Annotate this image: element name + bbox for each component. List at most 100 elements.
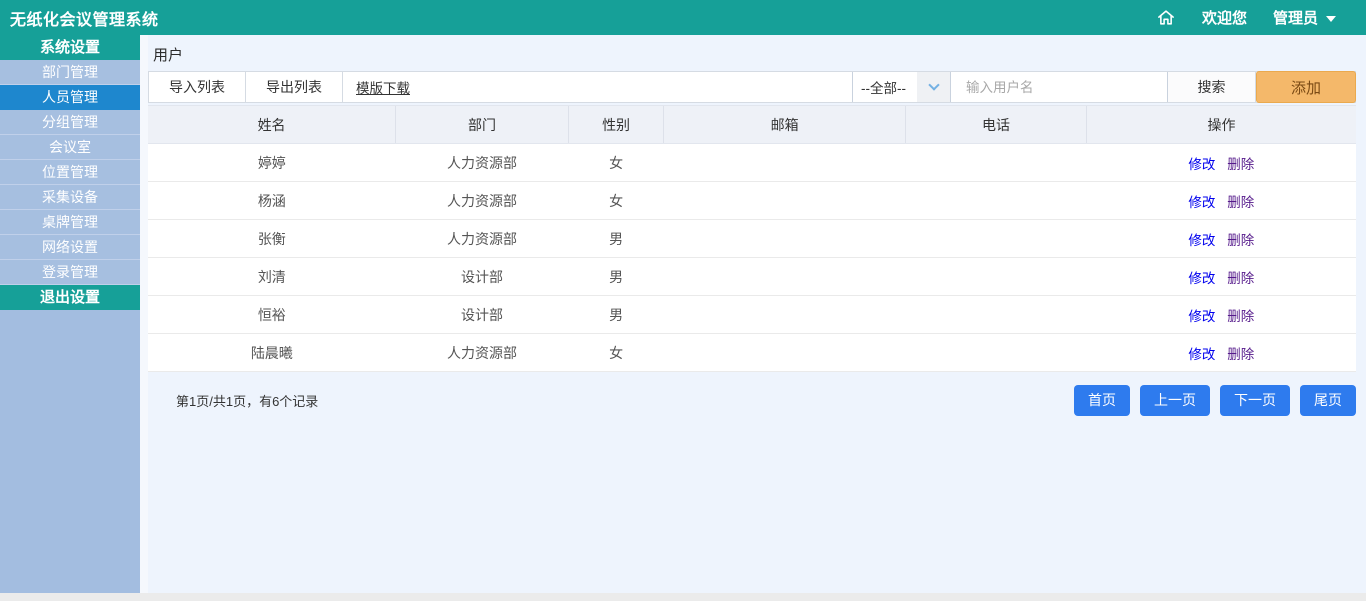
sidebar-item[interactable]: 位置管理	[0, 160, 140, 185]
cell-email	[664, 144, 906, 182]
table-row: 恒裕 设计部 男 修改 删除	[148, 296, 1356, 334]
cell-phone	[905, 220, 1086, 258]
sidebar: 系统设置 部门管理 人员管理 分组管理 会议室 位置管理 采集设备 桌牌管理 网…	[0, 35, 140, 593]
cell-actions: 修改 删除	[1087, 182, 1356, 220]
table-column-header: 邮箱	[664, 106, 906, 144]
sidebar-header-exit-settings[interactable]: 退出设置	[0, 285, 140, 310]
delete-link[interactable]: 删除	[1227, 271, 1254, 286]
topbar: 无纸化会议管理系统 欢迎您 管理员	[0, 0, 1366, 35]
cell-gender: 男	[568, 220, 663, 258]
table-row: 刘清 设计部 男 修改 删除	[148, 258, 1356, 296]
table-column-header: 姓名	[148, 106, 396, 144]
cell-name: 恒裕	[148, 296, 396, 334]
sidebar-items: 部门管理 人员管理 分组管理 会议室 位置管理 采集设备 桌牌管理 网络设置 登…	[0, 60, 140, 285]
table-row: 婷婷 人力资源部 女 修改 删除	[148, 144, 1356, 182]
username-search-input[interactable]	[956, 72, 1168, 102]
cell-phone	[905, 258, 1086, 296]
cell-phone	[905, 182, 1086, 220]
pagination-info: 第1页/共1页，有6个记录	[176, 391, 318, 410]
sidebar-item[interactable]: 部门管理	[0, 60, 140, 85]
sidebar-item[interactable]: 登录管理	[0, 260, 140, 285]
sidebar-item-label: 会议室	[49, 139, 91, 155]
toolbar: 导入列表 导出列表 模版下载 --全部-- 搜索 添加	[148, 71, 1356, 103]
cell-actions: 修改 删除	[1087, 144, 1356, 182]
cell-name: 婷婷	[148, 144, 396, 182]
modify-link[interactable]: 修改	[1188, 347, 1215, 362]
sidebar-item[interactable]: 分组管理	[0, 110, 140, 135]
cell-department: 人力资源部	[396, 144, 569, 182]
modify-link[interactable]: 修改	[1188, 157, 1215, 172]
template-download-link[interactable]: 模版下载	[356, 72, 410, 102]
chevron-down-icon	[1326, 16, 1336, 22]
pagination-buttons: 首页 上一页 下一页 尾页	[1064, 385, 1356, 416]
pagination: 第1页/共1页，有6个记录 首页 上一页 下一页 尾页	[148, 385, 1356, 416]
sidebar-item-label: 登录管理	[42, 264, 98, 280]
pager-button[interactable]: 首页	[1074, 385, 1130, 416]
sidebar-item[interactable]: 桌牌管理	[0, 210, 140, 235]
cell-email	[664, 258, 906, 296]
modify-link[interactable]: 修改	[1188, 309, 1215, 324]
user-menu[interactable]: 管理员	[1273, 7, 1336, 28]
home-icon[interactable]	[1156, 8, 1176, 27]
sidebar-item[interactable]: 人员管理	[0, 85, 140, 110]
search-button[interactable]: 搜索	[1168, 72, 1256, 102]
sidebar-item[interactable]: 会议室	[0, 135, 140, 160]
sidebar-item-label: 桌牌管理	[42, 214, 98, 230]
delete-link[interactable]: 删除	[1227, 309, 1254, 324]
sidebar-item-label: 网络设置	[42, 239, 98, 255]
table-header-row: 姓名 部门 性别 邮箱 电话 操作	[148, 106, 1356, 144]
toolbar-spacer	[410, 72, 852, 102]
cell-department: 设计部	[396, 296, 569, 334]
delete-link[interactable]: 删除	[1227, 195, 1254, 210]
user-table: 姓名 部门 性别 邮箱 电话 操作 婷婷 人力资源部 女 修改 删除 杨涵 人力…	[148, 105, 1356, 372]
table-row: 杨涵 人力资源部 女 修改 删除	[148, 182, 1356, 220]
topbar-right: 欢迎您 管理员	[1156, 7, 1336, 28]
cell-actions: 修改 删除	[1087, 220, 1356, 258]
delete-link[interactable]: 删除	[1227, 233, 1254, 248]
delete-link[interactable]: 删除	[1227, 347, 1254, 362]
cell-email	[664, 334, 906, 372]
add-user-button[interactable]: 添加	[1256, 71, 1356, 103]
export-list-button[interactable]: 导出列表	[246, 72, 343, 102]
department-filter-value: --全部--	[853, 72, 917, 102]
cell-gender: 男	[568, 296, 663, 334]
cell-name: 刘清	[148, 258, 396, 296]
import-list-button[interactable]: 导入列表	[149, 72, 246, 102]
cell-department: 人力资源部	[396, 182, 569, 220]
cell-department: 人力资源部	[396, 334, 569, 372]
pager-button[interactable]: 尾页	[1300, 385, 1356, 416]
cell-email	[664, 296, 906, 334]
delete-link[interactable]: 删除	[1227, 157, 1254, 172]
cell-email	[664, 220, 906, 258]
cell-phone	[905, 296, 1086, 334]
cell-actions: 修改 删除	[1087, 258, 1356, 296]
modify-link[interactable]: 修改	[1188, 233, 1215, 248]
page-title: 用户	[153, 44, 1356, 65]
bottom-scrollbar-track[interactable]	[0, 593, 1366, 601]
sidebar-item-label: 部门管理	[42, 64, 98, 80]
table-body: 婷婷 人力资源部 女 修改 删除 杨涵 人力资源部 女 修改 删除 张衡 人力资…	[148, 144, 1356, 372]
sidebar-item[interactable]: 网络设置	[0, 235, 140, 260]
pager-button[interactable]: 上一页	[1140, 385, 1210, 416]
cell-email	[664, 182, 906, 220]
modify-link[interactable]: 修改	[1188, 271, 1215, 286]
select-arrow	[917, 72, 950, 102]
sidebar-item[interactable]: 采集设备	[0, 185, 140, 210]
sidebar-header-system-settings[interactable]: 系统设置	[0, 35, 140, 60]
cell-gender: 男	[568, 258, 663, 296]
cell-actions: 修改 删除	[1087, 296, 1356, 334]
table-column-header: 操作	[1087, 106, 1356, 144]
modify-link[interactable]: 修改	[1188, 195, 1215, 210]
pager-button[interactable]: 下一页	[1220, 385, 1290, 416]
main-content: 用户 导入列表 导出列表 模版下载 --全部-- 搜索 添加 姓名 部门 性别 …	[148, 35, 1366, 593]
sidebar-item-label: 人员管理	[42, 89, 98, 105]
department-filter-select[interactable]: --全部--	[852, 72, 951, 102]
table-row: 张衡 人力资源部 男 修改 删除	[148, 220, 1356, 258]
table-row: 陆晨曦 人力资源部 女 修改 删除	[148, 334, 1356, 372]
cell-phone	[905, 334, 1086, 372]
table-column-header: 电话	[905, 106, 1086, 144]
cell-department: 设计部	[396, 258, 569, 296]
cell-name: 杨涵	[148, 182, 396, 220]
cell-gender: 女	[568, 182, 663, 220]
cell-actions: 修改 删除	[1087, 334, 1356, 372]
